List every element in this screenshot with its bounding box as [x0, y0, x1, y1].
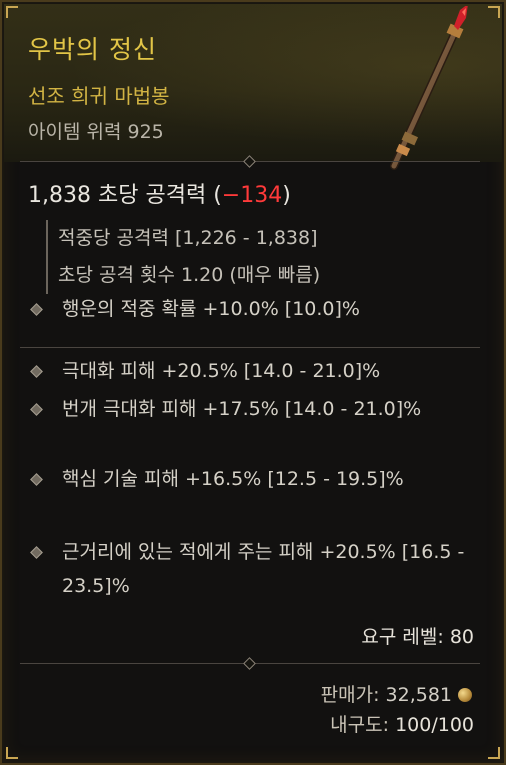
weapon-substats: 적중당 공격력 [1,226 - 1,838] 초당 공격 횟수 1.20 (매… [46, 220, 320, 294]
item-type: 선조 희귀 마법봉 [28, 84, 170, 108]
frame-corner [488, 747, 500, 759]
durability-label: 내구도: [330, 714, 390, 736]
frame-corner [488, 6, 500, 18]
frame-corner [6, 747, 18, 759]
diamond-bullet-icon [30, 546, 43, 559]
diamond-bullet-icon [30, 365, 43, 378]
diamond-bullet-icon [30, 473, 43, 486]
dps-line: 1,838 초당 공격력 (−134) [28, 177, 291, 209]
required-level-label: 요구 레벨: [361, 626, 444, 648]
frame-corner [6, 6, 18, 18]
required-level: 요구 레벨: 80 [361, 622, 474, 649]
attack-speed: 초당 공격 횟수 1.20 (매우 빠름) [58, 264, 321, 286]
wand-icon [390, 6, 468, 170]
item-name: 우박의 정신 [28, 35, 157, 64]
dps-change: −134 [221, 183, 283, 208]
durability-value: 100/100 [395, 714, 474, 736]
dps-value: 1,838 [28, 183, 91, 208]
dps-change-open: ( [213, 183, 222, 208]
required-level-value: 80 [449, 626, 474, 648]
item-tooltip: 우박의 정신 선조 희귀 마법봉 아이템 위력 925 1,838 초당 공격력… [0, 0, 506, 765]
durability: 내구도: 100/100 [330, 710, 474, 737]
dps-label: 초당 공격력 [97, 183, 207, 208]
dps-change-close: ) [282, 183, 291, 208]
diamond-bullet-icon [30, 403, 43, 416]
sell-price-label: 판매가: [320, 684, 380, 706]
gold-coin-icon [458, 688, 472, 702]
item-power: 아이템 위력 925 [28, 121, 164, 143]
sell-price: 판매가: 32,581 [321, 680, 472, 707]
sell-price-value: 32,581 [385, 684, 452, 706]
damage-per-hit: 적중당 공격력 [1,226 - 1,838] [58, 227, 318, 249]
section-divider [20, 347, 480, 348]
section-divider [20, 155, 480, 168]
section-divider [20, 657, 480, 670]
diamond-bullet-icon [30, 303, 43, 316]
